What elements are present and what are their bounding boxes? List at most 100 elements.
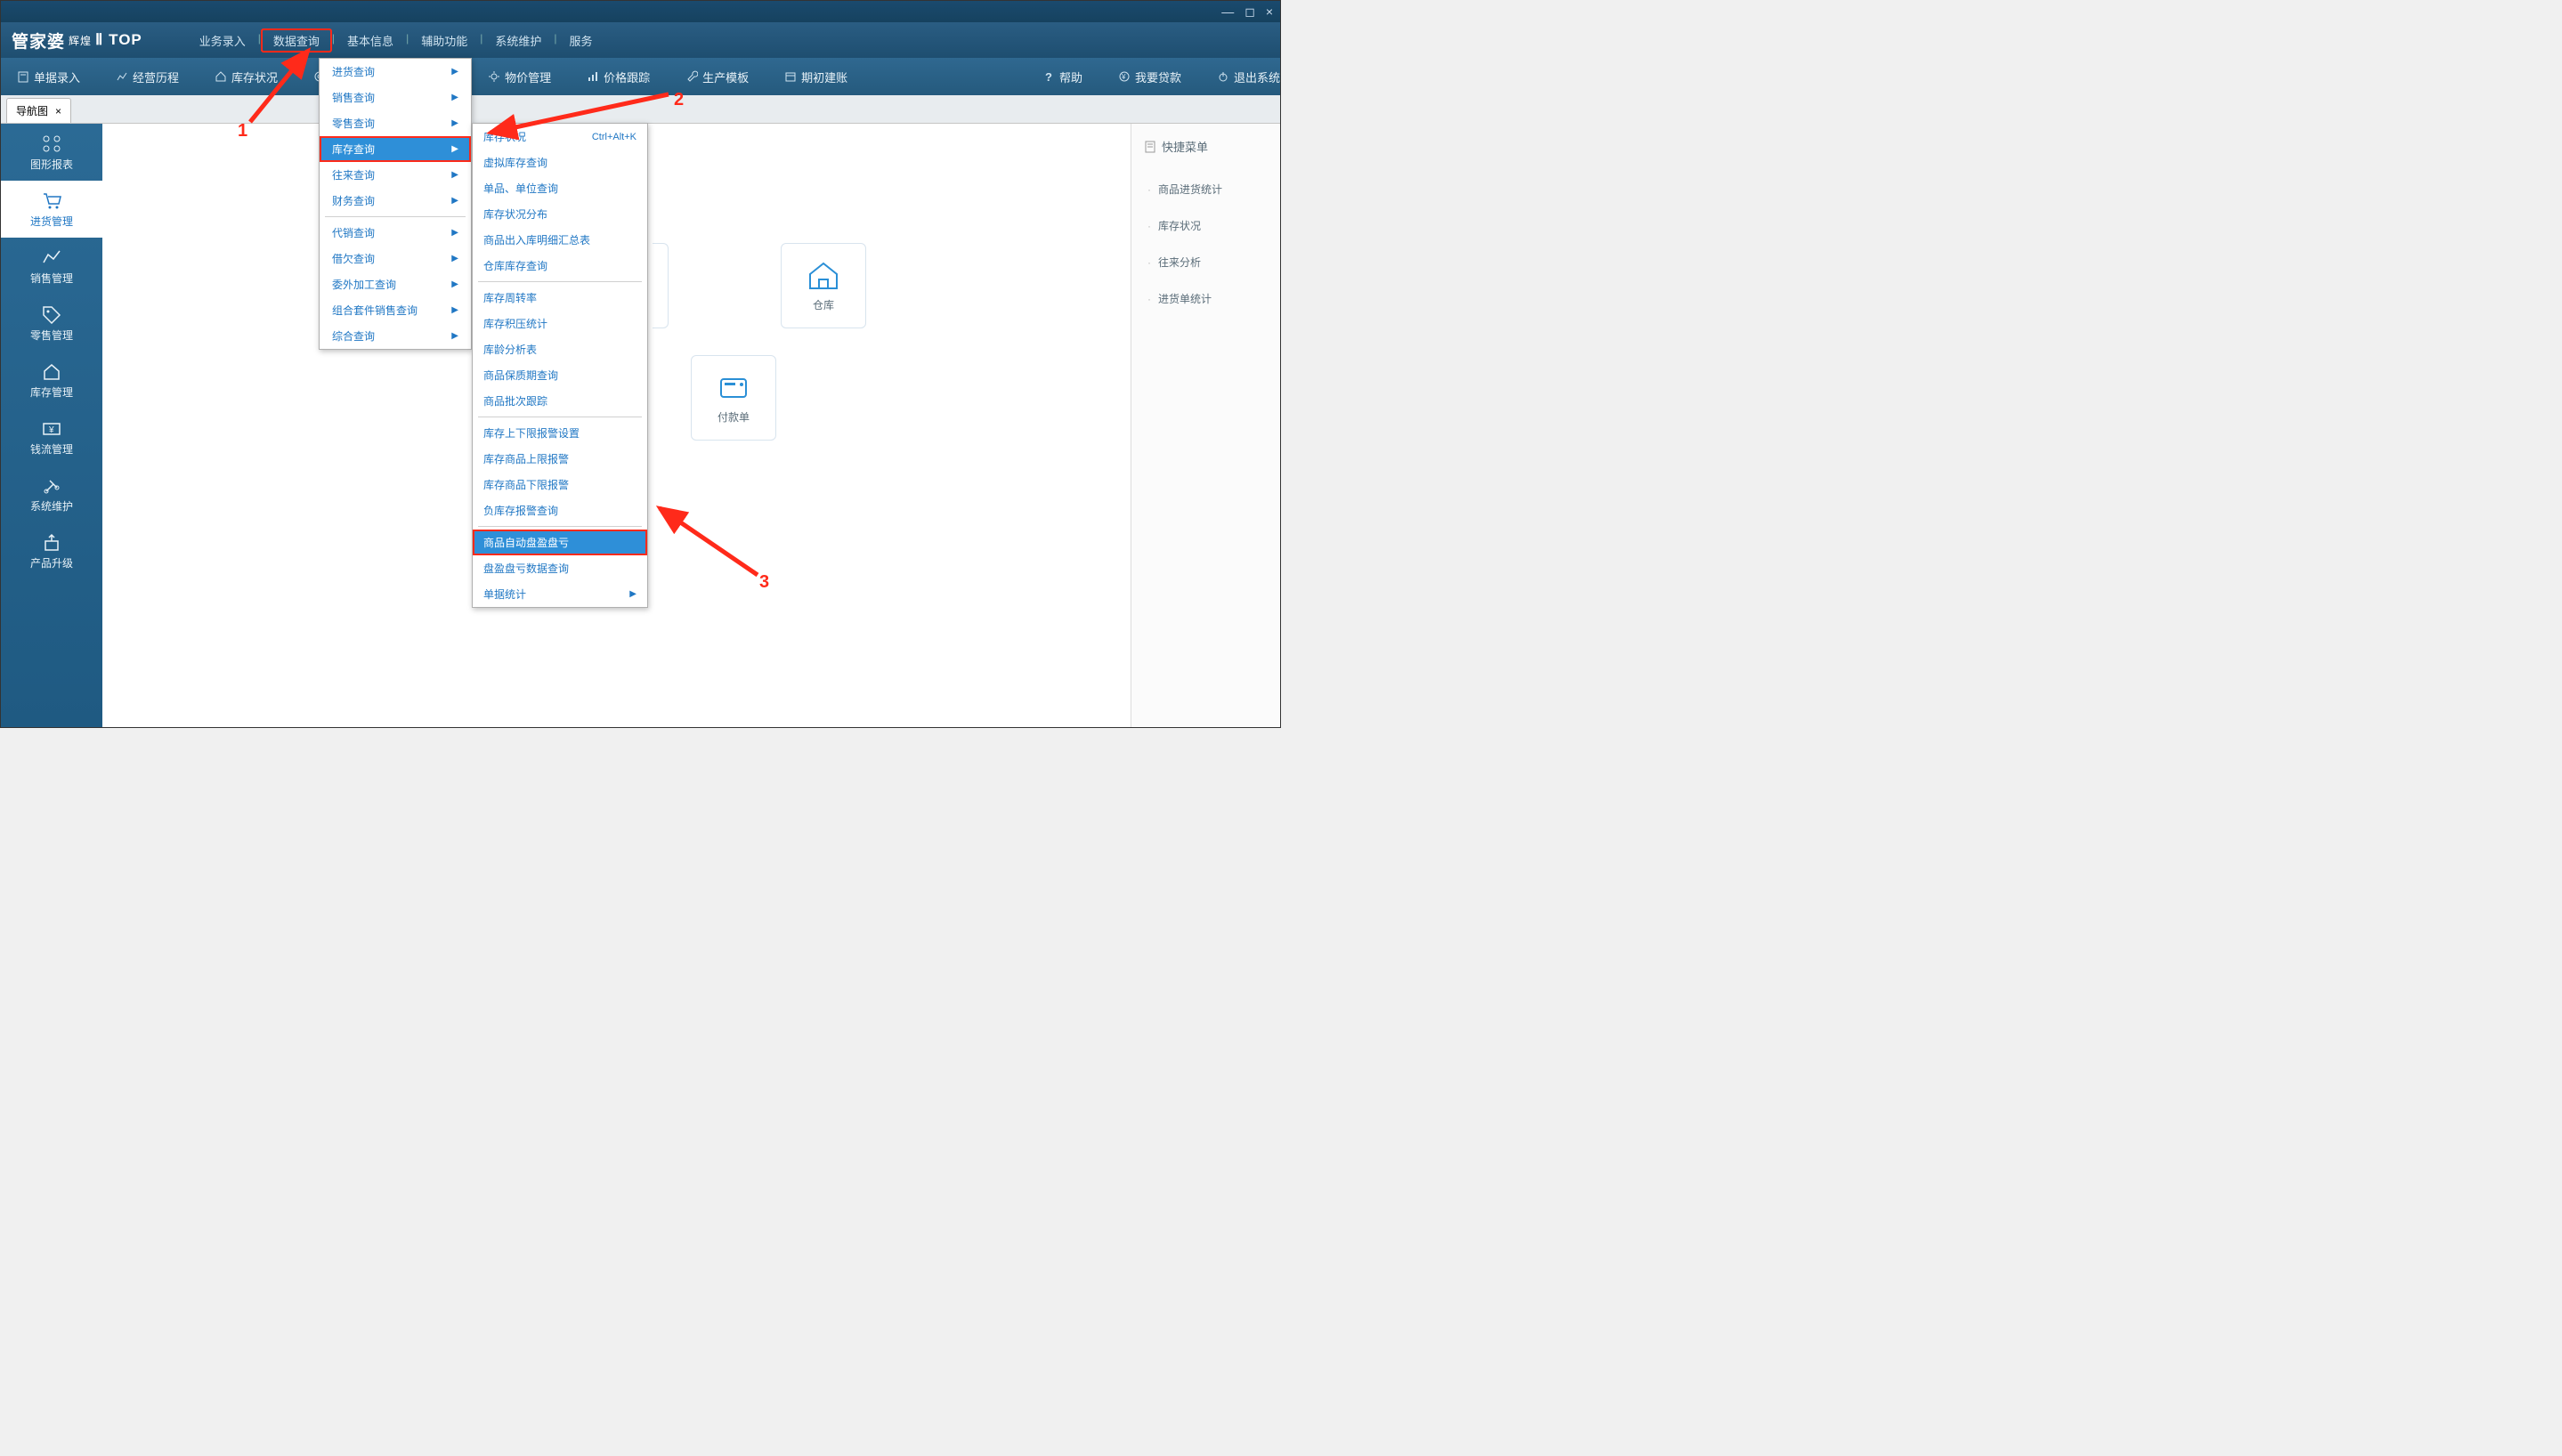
tool-q[interactable]: ?帮助 [1042,69,1082,85]
tool-gear[interactable]: 物价管理 [488,69,551,85]
dd2-item[interactable]: 库存积压统计 [473,311,647,336]
tile-edge [653,243,669,328]
app-logo: 管家婆 辉煌 Ⅱ TOP [12,28,142,53]
tool-power[interactable]: 退出系统 [1217,69,1280,85]
dd1-item[interactable]: 往来查询▶ [320,162,471,188]
header: 管家婆 辉煌 Ⅱ TOP 业务录入 | 数据查询 | 基本信息 | 辅助功能 |… [1,22,1280,58]
dd1-item[interactable]: 借欠查询▶ [320,246,471,271]
bars-icon [587,70,599,83]
annotation-num-1: 1 [238,121,247,142]
dd1-item[interactable]: 零售查询▶ [320,110,471,136]
dd1-item[interactable]: 进货查询▶ [320,59,471,85]
logo-main: 管家婆 [12,28,65,53]
menu-system[interactable]: 系统维护 [482,28,554,53]
tool-doc[interactable]: 单据录入 [17,69,80,85]
annotation-num-2: 2 [674,90,684,110]
dd2-item[interactable]: 单据统计▶ [473,581,647,607]
home-icon [41,361,62,381]
cash-icon: ¥ [41,418,62,438]
dd2-item[interactable]: 虚拟库存查询 [473,150,647,175]
tile-付款单[interactable]: 付款单 [691,355,776,441]
sidebar-home[interactable]: 库存管理 [1,352,102,408]
dd1-item[interactable]: 综合查询▶ [320,323,471,349]
grid-icon [41,133,62,153]
power-icon [1217,70,1229,83]
dd2-item[interactable]: 负库存报警查询 [473,497,647,523]
chevron-right-icon: ▶ [451,254,458,263]
maximize-button[interactable]: ◻ [1245,4,1255,20]
rp-item[interactable]: 商品进货统计 [1144,171,1268,207]
sidebar-grid[interactable]: 图形报表 [1,124,102,181]
annotation-num-3: 3 [759,572,769,593]
dd1-item[interactable]: 委外加工查询▶ [320,271,471,297]
dd2-item[interactable]: 商品出入库明细汇总表 [473,227,647,253]
dd2-item[interactable]: 库存状况分布 [473,201,647,227]
dd2-item[interactable]: 单品、单位查询 [473,175,647,201]
tile-仓库[interactable]: 仓库 [781,243,866,328]
dd2-item[interactable]: 仓库库存查询 [473,253,647,279]
sidebar-tag[interactable]: 零售管理 [1,295,102,352]
doc-icon [1144,141,1156,153]
tools-icon [41,475,62,495]
dd1-item[interactable]: 财务查询▶ [320,188,471,214]
logo-sub: 辉煌 [69,33,92,48]
dd1-item[interactable]: 代销查询▶ [320,220,471,246]
dd2-item[interactable]: 库存商品下限报警 [473,472,647,497]
dd1-item[interactable]: 销售查询▶ [320,85,471,110]
rp-item[interactable]: 库存状况 [1144,207,1268,244]
dd1-item[interactable]: 组合套件销售查询▶ [320,297,471,323]
right-panel: 快捷菜单 商品进货统计库存状况往来分析进货单统计 [1131,124,1280,727]
tab-close-icon[interactable]: × [55,105,61,117]
money-icon: ¥ [1118,70,1131,83]
tool-wrench[interactable]: 生产模板 [685,69,749,85]
sidebar-up[interactable]: 产品升级 [1,522,102,579]
sidebar-cart[interactable]: 进货管理 [1,181,102,238]
q-icon: ? [1042,70,1055,83]
dd2-item[interactable]: 库龄分析表 [473,336,647,362]
rp-item[interactable]: 往来分析 [1144,244,1268,280]
rp-title: 快捷菜单 [1144,138,1268,155]
tile-icon [717,372,750,402]
dd2-item[interactable]: 库存上下限报警设置 [473,420,647,446]
tool-money[interactable]: ¥我要贷款 [1118,69,1181,85]
dd1-item[interactable]: 库存查询▶ [320,136,471,162]
sidebar-cash[interactable]: ¥钱流管理 [1,408,102,465]
chevron-right-icon: ▶ [451,67,458,77]
chevron-right-icon: ▶ [451,305,458,315]
logo-version: Ⅱ TOP [95,31,142,49]
dd2-item[interactable]: 商品批次跟踪 [473,388,647,414]
dd2-item[interactable]: 库存商品上限报警 [473,446,647,472]
dd2-item[interactable]: 库存状况Ctrl+Alt+K [473,124,647,150]
dd2-item[interactable]: 商品保质期查询 [473,362,647,388]
dd2-item[interactable]: 库存周转率 [473,285,647,311]
rp-item[interactable]: 进货单统计 [1144,280,1268,317]
gear-icon [488,70,500,83]
chevron-right-icon: ▶ [629,589,636,599]
left-sidebar: 图形报表进货管理销售管理零售管理库存管理¥钱流管理系统维护产品升级 [1,124,102,727]
sidebar-line[interactable]: 销售管理 [1,238,102,295]
chevron-right-icon: ▶ [451,144,458,154]
dd2-item[interactable]: 盘盈盘亏数据查询 [473,555,647,581]
chevron-right-icon: ▶ [451,279,458,289]
tool-chart[interactable]: 经营历程 [116,69,179,85]
wrench-icon [685,70,698,83]
menu-service[interactable]: 服务 [556,28,604,53]
chevron-right-icon: ▶ [451,331,458,341]
dd2-item[interactable]: 商品自动盘盈盘亏 [473,530,647,555]
tool-cal[interactable]: 期初建账 [784,69,847,85]
sidebar-tools[interactable]: 系统维护 [1,465,102,522]
menu-business-entry[interactable]: 业务录入 [187,28,258,53]
menu-basic-info[interactable]: 基本信息 [335,28,406,53]
tab-nav[interactable]: 导航图 × [6,98,71,123]
minimize-button[interactable]: — [1221,4,1234,19]
main-menu: 业务录入 | 数据查询 | 基本信息 | 辅助功能 | 系统维护 | 服务 [187,28,605,53]
menu-data-query[interactable]: 数据查询 [261,28,332,53]
line-icon [41,247,62,267]
tool-bars[interactable]: 价格跟踪 [587,69,650,85]
chevron-right-icon: ▶ [451,118,458,128]
dropdown-inventory-query: 库存状况Ctrl+Alt+K虚拟库存查询单品、单位查询库存状况分布商品出入库明细… [472,123,648,608]
close-button[interactable]: × [1266,4,1273,19]
svg-text:¥: ¥ [48,425,54,435]
menu-aux[interactable]: 辅助功能 [409,28,480,53]
tool-house[interactable]: 库存状况 [215,69,278,85]
